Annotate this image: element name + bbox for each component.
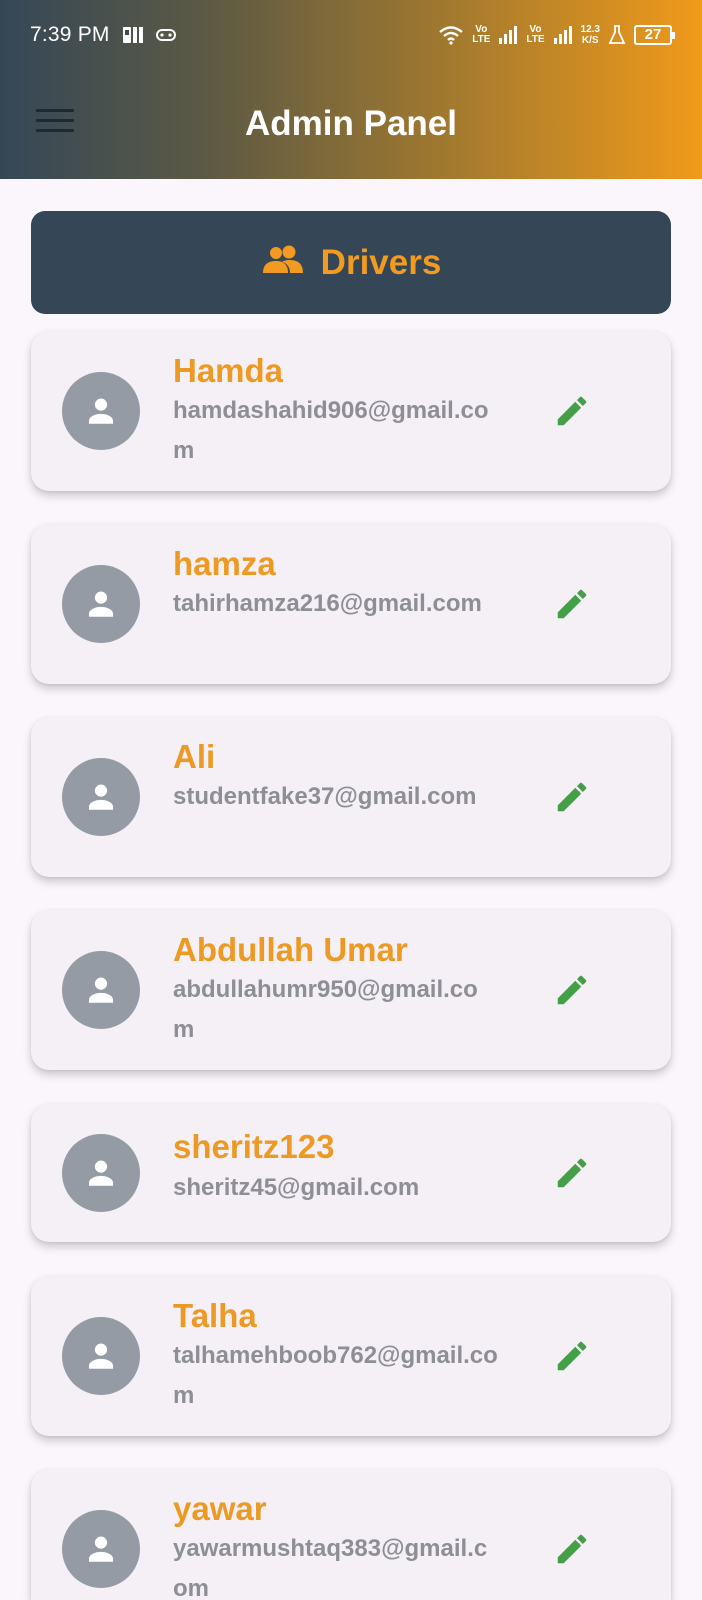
edit-pencil-icon[interactable] xyxy=(552,391,592,431)
driver-card[interactable]: Abdullah Umar abdullahumr950@gmail.com xyxy=(31,910,671,1070)
driver-name: Abdullah Umar xyxy=(173,931,408,968)
driver-email: yawarmushtaq383@gmail.com xyxy=(173,1535,488,1600)
volte-indicator-1: Vo LTE xyxy=(472,25,490,45)
volte-indicator-2: Vo LTE xyxy=(526,25,544,45)
people-icon xyxy=(261,243,305,283)
app-header: 7:39 PM Vo LTE Vo LTE 12.3 K/S 27 Admin … xyxy=(0,0,702,179)
flask-icon xyxy=(608,25,626,45)
signal-icon-2 xyxy=(553,26,573,44)
driver-card[interactable]: Hamda hamdashahid906@gmail.com xyxy=(31,331,671,491)
driver-card[interactable]: yawar yawarmushtaq383@gmail.com xyxy=(31,1469,671,1600)
avatar xyxy=(62,1510,140,1588)
speed-unit: K/S xyxy=(581,35,599,46)
status-time: 7:39 PM xyxy=(30,23,110,46)
network-speed: 12.3 K/S xyxy=(581,24,600,46)
edit-pencil-icon[interactable] xyxy=(552,777,592,817)
signal-icon-1 xyxy=(498,26,518,44)
speed-value: 12.3 xyxy=(580,24,600,35)
page-title: Admin Panel xyxy=(245,104,457,143)
avatar xyxy=(62,758,140,836)
avatar xyxy=(62,1317,140,1395)
edit-pencil-icon[interactable] xyxy=(552,584,592,624)
driver-email: abdullahumr950@gmail.com xyxy=(173,976,478,1043)
driver-card[interactable]: sheritz123 sheritz45@gmail.com xyxy=(31,1104,671,1242)
driver-name: sheritz123 xyxy=(173,1128,335,1165)
edit-pencil-icon[interactable] xyxy=(552,1529,592,1569)
avatar xyxy=(62,951,140,1029)
driver-name: Hamda xyxy=(173,352,284,389)
drivers-section-label: Drivers xyxy=(320,242,442,282)
avatar xyxy=(62,565,140,643)
avatar xyxy=(62,1134,140,1212)
edit-pencil-icon[interactable] xyxy=(552,970,592,1010)
gamepad-icon xyxy=(155,28,176,42)
driver-card[interactable]: Ali studentfake37@gmail.com xyxy=(31,717,671,877)
status-bar: 7:39 PM Vo LTE Vo LTE 12.3 K/S 27 xyxy=(0,0,702,70)
driver-name: yawar xyxy=(173,1490,267,1527)
edit-pencil-icon[interactable] xyxy=(552,1153,592,1193)
wifi-icon xyxy=(438,25,464,45)
driver-email: sheritz45@gmail.com xyxy=(173,1174,420,1201)
driver-name: Talha xyxy=(173,1297,257,1334)
battery-indicator: 27 xyxy=(634,25,675,45)
driver-name: hamza xyxy=(173,545,276,582)
avatar xyxy=(62,372,140,450)
volte-bottom-label: LTE xyxy=(526,34,545,45)
driver-name: Ali xyxy=(173,738,216,775)
driver-card[interactable]: hamza tahirhamza216@gmail.com xyxy=(31,524,671,684)
driver-email: tahirhamza216@gmail.com xyxy=(173,590,482,617)
driver-email: studentfake37@gmail.com xyxy=(173,783,477,810)
driver-email: hamdashahid906@gmail.com xyxy=(173,397,489,464)
notification-app-icon xyxy=(122,25,144,45)
driver-email: talhamehboob762@gmail.com xyxy=(173,1342,498,1409)
drivers-section-header: Drivers xyxy=(31,211,671,314)
driver-card[interactable]: Talha talhamehboob762@gmail.com xyxy=(31,1276,671,1436)
volte-bottom-label: LTE xyxy=(472,34,491,45)
edit-pencil-icon[interactable] xyxy=(552,1336,592,1376)
